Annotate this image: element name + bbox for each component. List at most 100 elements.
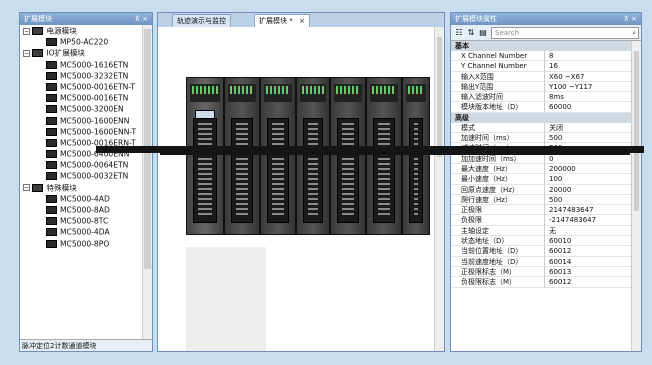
property-category[interactable]: 高级 <box>451 112 631 123</box>
property-value[interactable]: 16 <box>549 61 629 71</box>
property-row[interactable]: Y Channel Number 16 <box>451 61 631 72</box>
property-value[interactable]: 无 <box>549 226 629 236</box>
tree-item[interactable]: MC5000-8AD <box>20 204 142 215</box>
property-value[interactable]: 60012 <box>549 277 629 287</box>
property-grid: 基本 X Channel Number 8 Y Channel Number 16 输入X… <box>451 41 631 351</box>
tree-category[interactable]: − 特殊模块 <box>20 182 142 193</box>
alphabetical-sort-icon[interactable]: ⇅ <box>466 27 476 38</box>
property-value[interactable]: 60012 <box>549 246 629 256</box>
property-value[interactable]: 60000 <box>549 102 629 112</box>
property-name: 正极限标志（M） <box>461 266 545 278</box>
property-row[interactable]: 输入X范围 X60 ~X67 <box>451 71 631 82</box>
module-icon <box>46 206 57 214</box>
property-row[interactable]: 最大速度（Hz） 200000 <box>451 163 631 175</box>
property-value[interactable]: 20000 <box>549 185 629 195</box>
property-pages-icon[interactable]: ▤ <box>478 27 488 38</box>
property-row[interactable]: 主轴设定无 <box>451 225 631 237</box>
property-row[interactable]: 当前速度地址（D） 60014 <box>451 256 631 267</box>
property-value[interactable]: 60013 <box>549 267 629 277</box>
tree-category[interactable]: − 电源模块 <box>20 25 142 36</box>
tree-item[interactable]: MC5000-4DA <box>20 226 142 237</box>
tree-item[interactable]: MC5000-1600ENN-T <box>20 126 142 137</box>
tree-item[interactable]: MC5000-3232ETN <box>20 70 142 81</box>
rack-module-io-1[interactable] <box>260 77 296 235</box>
property-value[interactable]: 100 <box>549 174 629 184</box>
tree-item[interactable]: MC5000-4AD <box>20 193 142 204</box>
tree-expander-icon[interactable]: − <box>23 184 30 192</box>
property-value[interactable]: 60010 <box>549 236 629 246</box>
rack-module-io-3[interactable] <box>330 77 366 235</box>
property-row[interactable]: 输出Y范围 Y100 ~Y117 <box>451 81 631 93</box>
property-row[interactable]: 加加速时间（ms） 0 <box>451 153 631 164</box>
property-row[interactable]: 负极限 -2147483647 <box>451 215 631 226</box>
property-row[interactable]: 加速时间（ms） 500 <box>451 133 631 144</box>
property-value[interactable]: 关闭 <box>549 123 629 133</box>
tree-item[interactable]: MC5000-0016ETN <box>20 92 142 103</box>
property-row[interactable]: 模式 关闭 <box>451 122 631 134</box>
property-value[interactable]: -2147483647 <box>549 215 629 225</box>
rack-module-io-5[interactable] <box>402 77 430 235</box>
tab-expansion-modules[interactable]: 扩展模块 * × <box>254 14 310 27</box>
categorized-sort-icon[interactable]: ☷ <box>454 27 464 38</box>
tree-label: MC5000-8TC <box>60 216 109 226</box>
tree-item[interactable]: MP50-AC220 <box>20 36 142 47</box>
property-value[interactable]: Y100 ~Y117 <box>549 82 629 92</box>
module-icon <box>46 94 57 103</box>
property-category[interactable]: 基本 <box>451 41 631 51</box>
tree-item[interactable]: MC5000-3200EN <box>20 103 142 114</box>
tree-item[interactable]: MC5000-0032ETN <box>20 170 142 181</box>
property-row[interactable]: 正极限标志（M） 60013 <box>451 266 631 278</box>
property-name: 输入X范围 <box>461 71 545 82</box>
property-value[interactable]: 500 <box>549 133 629 143</box>
tree-item[interactable]: MC5000-1600ENN <box>20 115 142 126</box>
editor-scrollbar[interactable] <box>434 27 444 351</box>
search-icon[interactable]: ⌕ <box>632 28 636 38</box>
property-row[interactable]: 正极限 2147483647 <box>451 205 631 216</box>
property-row[interactable]: 模块版本地址（D） 60000 <box>451 102 631 113</box>
tree-item[interactable]: MC5000-8TC <box>20 215 142 226</box>
property-row[interactable]: 最小速度（Hz） 100 <box>451 174 631 185</box>
module-library-title: 扩展模块 <box>24 15 52 23</box>
property-value[interactable]: X60 ~X67 <box>549 72 629 82</box>
tree-item[interactable]: MC5000-8PO <box>20 238 142 249</box>
editor-pane: 轨迹演示与监控 扩展模块 * × <box>157 12 445 352</box>
rack-module-power[interactable] <box>224 77 260 235</box>
tab-trajectory-demo[interactable]: 轨迹演示与监控 <box>172 14 231 27</box>
tree-category[interactable]: − IO扩展模块 <box>20 47 142 58</box>
pane-pin-close-icon[interactable]: ⊼ × <box>135 13 148 25</box>
module-tree-scrollbar[interactable] <box>142 25 152 339</box>
property-value[interactable]: 0 <box>549 154 629 164</box>
module-rack-canvas[interactable] <box>158 27 434 351</box>
pane-pin-close-icon[interactable]: ⊼ × <box>624 13 637 25</box>
property-search-input[interactable]: Search ⌕ <box>491 27 639 39</box>
property-value[interactable]: 200000 <box>549 164 629 174</box>
tree-item[interactable]: MC5000-1616ETN <box>20 59 142 70</box>
rack-module-io-2[interactable] <box>296 77 330 235</box>
property-row[interactable]: 当前位置地址（D） 60012 <box>451 246 631 257</box>
rack-module-io-4[interactable] <box>366 77 402 235</box>
tree-label: MC5000-1600ENN <box>60 115 130 125</box>
property-row[interactable]: 负极限标志（M） 60012 <box>451 277 631 288</box>
property-name: 状态地址（D） <box>461 236 545 247</box>
tree-expander-icon[interactable]: − <box>23 27 30 35</box>
rack-module-cpu[interactable] <box>186 77 224 235</box>
tree-item[interactable]: MC5000-0064ETN <box>20 159 142 170</box>
tree-label: MC5000-4AD <box>60 194 110 204</box>
property-value[interactable]: 2147483647 <box>549 205 629 215</box>
property-value[interactable]: 500 <box>549 195 629 205</box>
property-row[interactable]: 爬行速度（Hz） 500 <box>451 194 631 206</box>
tree-item[interactable]: MC5000-0016ETN-T <box>20 81 142 92</box>
property-row[interactable]: 状态地址（D） 60010 <box>451 236 631 247</box>
property-value[interactable]: 8ms <box>549 92 629 102</box>
property-value[interactable]: 8 <box>549 51 629 61</box>
tree-expander-icon[interactable]: − <box>23 49 30 57</box>
property-row[interactable]: 回原点速度（Hz） 20000 <box>451 184 631 195</box>
property-name: 当前位置地址（D） <box>461 246 545 257</box>
property-grid-scrollbar[interactable] <box>631 41 641 351</box>
tab-close-icon[interactable]: × <box>299 17 305 25</box>
tab-label: 轨迹演示与监控 <box>177 17 226 25</box>
property-row[interactable]: 输入滤波时间 8ms <box>451 92 631 103</box>
editor-tab-strip: 轨迹演示与监控 扩展模块 * × <box>158 13 444 27</box>
property-row[interactable]: X Channel Number 8 <box>451 51 631 62</box>
property-value[interactable]: 60014 <box>549 257 629 267</box>
